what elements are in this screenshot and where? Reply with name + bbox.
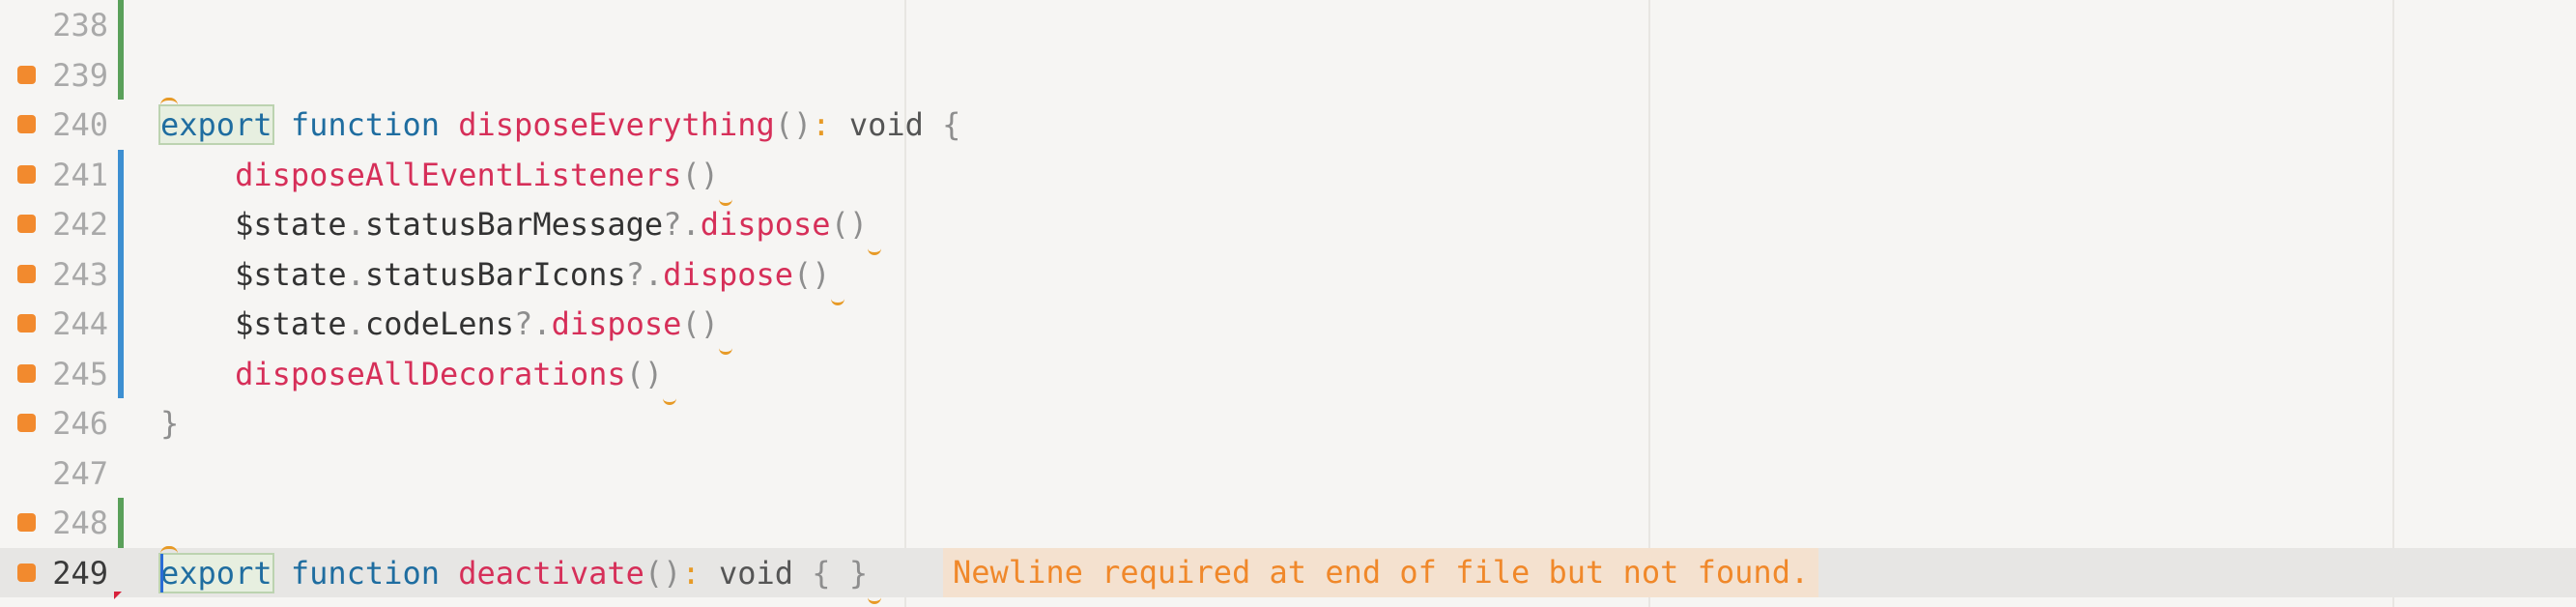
editor-line[interactable]: 241 disposeAllEventListeners() xyxy=(0,149,2576,206)
line-number: 239 xyxy=(52,56,108,94)
editor-line[interactable]: 244 $state.codeLens?.dispose() xyxy=(0,299,2576,355)
git-modified-bar xyxy=(118,149,124,199)
editor-line[interactable]: 240 export function disposeEverything():… xyxy=(0,98,2576,150)
text-cursor xyxy=(160,553,163,593)
breakpoint-marker[interactable] xyxy=(17,264,36,283)
code-text: export function deactivate(): void { } xyxy=(158,552,882,604)
code-text: disposeAllEventListeners() xyxy=(160,157,732,206)
line-number: 243 xyxy=(52,255,108,293)
editor-line[interactable]: 248 xyxy=(0,498,2576,548)
line-number: 240 xyxy=(52,106,108,143)
breakpoint-marker[interactable] xyxy=(17,164,36,184)
line-number: 242 xyxy=(52,206,108,243)
code-editor[interactable]: 238 239 240 export function disposeEvery… xyxy=(0,0,2576,607)
breakpoint-marker[interactable] xyxy=(17,215,36,233)
line-number: 247 xyxy=(52,454,108,492)
editor-line[interactable]: 243 $state.statusBarIcons?.dispose() xyxy=(0,248,2576,305)
git-added-bar xyxy=(118,0,124,50)
code-text: } xyxy=(160,405,180,442)
line-number: 241 xyxy=(52,156,108,193)
warning-squiggle xyxy=(663,375,677,405)
line-number: 238 xyxy=(52,7,108,43)
breakpoint-marker[interactable] xyxy=(17,563,36,582)
keyword-token: export xyxy=(158,104,274,145)
code-text: export function disposeEverything(): voi… xyxy=(158,104,961,145)
line-number: 244 xyxy=(52,305,108,342)
breakpoint-marker[interactable] xyxy=(17,314,36,332)
breakpoint-marker[interactable] xyxy=(17,513,36,532)
git-modified-bar xyxy=(118,348,124,398)
warning-squiggle xyxy=(718,325,732,355)
error-indicator-icon xyxy=(114,592,122,599)
git-added-bar xyxy=(118,498,124,548)
warning-squiggle xyxy=(868,225,882,255)
git-modified-bar xyxy=(118,248,124,299)
line-number: 246 xyxy=(52,405,108,442)
code-text: $state.statusBarMessage?.dispose() xyxy=(160,206,882,255)
breakpoint-marker[interactable] xyxy=(17,115,36,133)
editor-line[interactable]: 242 $state.statusBarMessage?.dispose() xyxy=(0,199,2576,255)
editor-line[interactable]: 239 xyxy=(0,49,2576,100)
editor-line-current[interactable]: 249 export function deactivate(): void {… xyxy=(0,545,2576,604)
code-text: $state.codeLens?.dispose() xyxy=(160,305,732,355)
line-number: 249 xyxy=(52,554,108,592)
git-modified-bar xyxy=(118,299,124,349)
keyword-token: export xyxy=(158,552,274,593)
breakpoint-marker[interactable] xyxy=(17,414,36,432)
code-text: $state.statusBarIcons?.dispose() xyxy=(160,256,844,305)
editor-line[interactable]: 245 disposeAllDecorations() xyxy=(0,348,2576,405)
code-text: disposeAllDecorations() xyxy=(160,356,677,405)
editor-line[interactable]: 247 xyxy=(0,448,2576,499)
editor-line[interactable]: 238 xyxy=(0,0,2576,50)
warning-squiggle xyxy=(718,176,732,206)
breakpoint-marker[interactable] xyxy=(17,65,36,84)
warning-squiggle xyxy=(830,275,844,305)
editor-line[interactable]: 246 } xyxy=(0,398,2576,448)
git-added-bar xyxy=(118,49,124,100)
line-number: 245 xyxy=(52,355,108,392)
line-number: 248 xyxy=(52,505,108,541)
diagnostic-message: Newline required at end of file but not … xyxy=(943,547,1819,597)
breakpoint-marker[interactable] xyxy=(17,363,36,383)
warning-squiggle xyxy=(868,574,882,604)
git-modified-bar xyxy=(118,199,124,249)
